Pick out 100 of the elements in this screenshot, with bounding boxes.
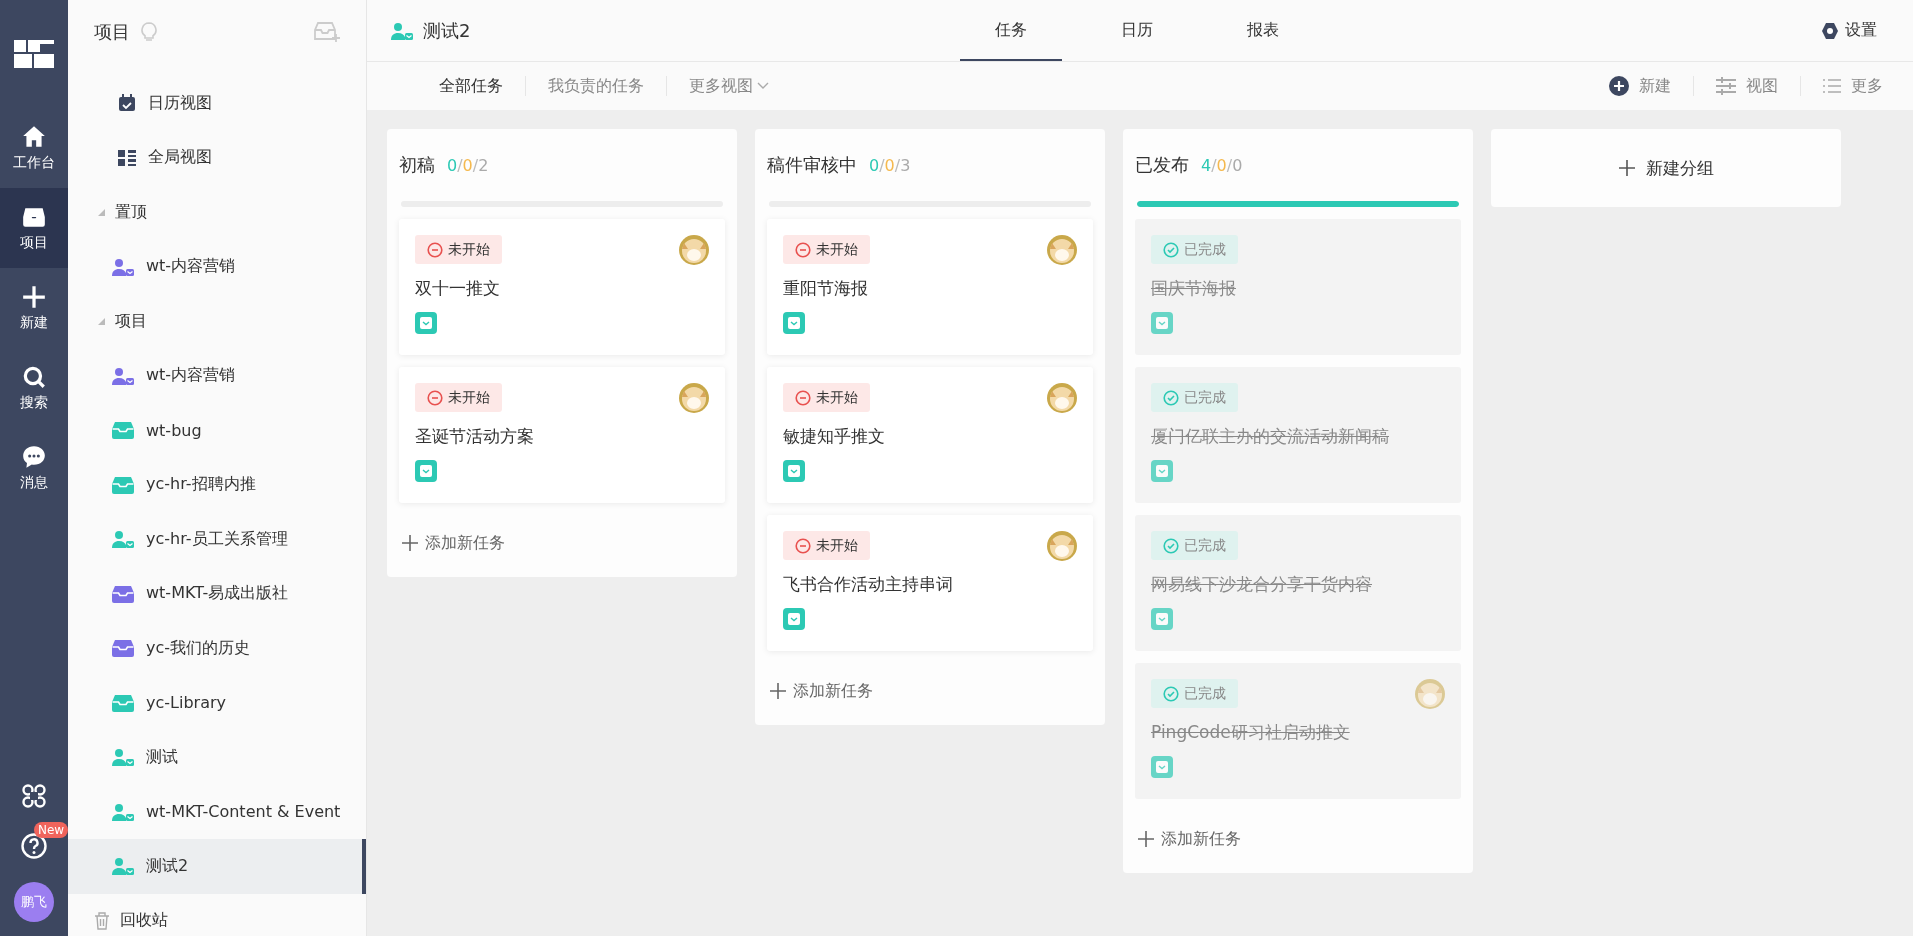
- task-count: 0/0/3: [869, 155, 911, 175]
- project-item[interactable]: wt-内容营销: [68, 239, 366, 294]
- trash-icon: [94, 911, 110, 930]
- new-group-button[interactable]: 新建分组: [1491, 129, 1841, 207]
- nav-item[interactable]: 新建: [0, 268, 68, 348]
- nav-item[interactable]: 项目: [0, 188, 68, 268]
- task-type-icon: [783, 608, 805, 630]
- status-tag: 未开始: [415, 383, 502, 412]
- task-type-icon: [415, 460, 437, 482]
- project-item[interactable]: yc-Library: [68, 675, 366, 730]
- help-icon[interactable]: [20, 832, 48, 860]
- sliders-icon: [1716, 76, 1736, 96]
- minus-circle-icon: [795, 537, 811, 554]
- project-item[interactable]: 测试2: [68, 839, 366, 894]
- sidebar-title: 项目: [94, 20, 130, 44]
- project-item[interactable]: wt-bug: [68, 403, 366, 458]
- plus-icon: [401, 534, 419, 552]
- project-item[interactable]: yc-hr-员工关系管理: [68, 512, 366, 567]
- status-tag: 已完成: [1151, 531, 1238, 560]
- list-icon: [1823, 78, 1841, 94]
- toolbar-button[interactable]: 新建: [1587, 75, 1693, 97]
- minus-circle-icon: [427, 241, 443, 258]
- task-title: PingCode研习社启动推文: [1151, 721, 1351, 744]
- section-header[interactable]: 置顶: [68, 185, 366, 240]
- settings-button[interactable]: 设置: [1815, 19, 1883, 42]
- avatar: [1415, 679, 1445, 709]
- trash-item[interactable]: 回收站: [68, 893, 366, 936]
- plus-icon: [1137, 830, 1155, 848]
- project-title: 测试2: [423, 18, 471, 43]
- project-item[interactable]: 测试: [68, 730, 366, 785]
- avatar: [1047, 235, 1077, 265]
- project-item[interactable]: wt-MKT-Content & Event: [68, 784, 366, 839]
- tab[interactable]: 报表: [1212, 0, 1314, 61]
- logo-icon[interactable]: [14, 40, 54, 68]
- column-title: 已发布: [1135, 153, 1189, 177]
- check-circle-icon: [1163, 685, 1179, 702]
- task-title: 圣诞节活动方案: [415, 425, 535, 448]
- filter-tab[interactable]: 更多视图: [667, 75, 791, 97]
- add-task-button[interactable]: 添加新任务: [1135, 811, 1243, 867]
- task-card[interactable]: 未开始 敏捷知乎推文: [767, 367, 1093, 503]
- new-badge: New: [34, 822, 69, 838]
- task-type-icon: [783, 312, 805, 334]
- status-tag: 未开始: [783, 531, 870, 560]
- plus-icon: [769, 682, 787, 700]
- column-title: 初稿: [399, 153, 435, 177]
- project-item[interactable]: wt-MKT-易成出版社: [68, 566, 366, 621]
- task-type-icon: [1151, 460, 1173, 482]
- chat-icon: [21, 444, 47, 470]
- command-icon[interactable]: [20, 782, 48, 810]
- avatar: [679, 235, 709, 265]
- nav-item[interactable]: 消息: [0, 428, 68, 508]
- task-title: 网易线下沙龙合分享干货内容: [1151, 573, 1373, 596]
- toolbar-button[interactable]: 视图: [1694, 75, 1800, 97]
- task-title: 国庆节海报: [1151, 277, 1237, 300]
- grid-icon: [118, 148, 136, 167]
- project-item[interactable]: yc-我们的历史: [68, 621, 366, 676]
- minus-circle-icon: [427, 389, 443, 406]
- nav-item[interactable]: 工作台: [0, 108, 68, 188]
- member-icon: [391, 21, 413, 40]
- task-card[interactable]: 未开始 圣诞节活动方案: [399, 367, 725, 503]
- task-type-icon: [1151, 756, 1173, 778]
- filter-tab[interactable]: 我负责的任务: [526, 75, 666, 97]
- avatar: [1047, 531, 1077, 561]
- toolbar-button[interactable]: 更多: [1801, 75, 1883, 97]
- check-circle-icon: [1163, 537, 1179, 554]
- task-count: 4/0/0: [1201, 155, 1243, 175]
- status-tag: 未开始: [415, 235, 502, 264]
- minus-circle-icon: [795, 241, 811, 258]
- minus-circle-icon: [795, 389, 811, 406]
- filter-tab[interactable]: 全部任务: [417, 75, 525, 97]
- check-circle-icon: [1163, 241, 1179, 258]
- plus-circle-icon: [1609, 76, 1629, 96]
- task-card[interactable]: 未开始 重阳节海报: [767, 219, 1093, 355]
- status-tag: 已完成: [1151, 679, 1238, 708]
- task-card[interactable]: 未开始 双十一推文: [399, 219, 725, 355]
- view-item[interactable]: 日历视图: [68, 76, 366, 131]
- add-task-button[interactable]: 添加新任务: [767, 663, 875, 719]
- plus-icon: [1618, 159, 1636, 177]
- section-header[interactable]: 项目: [68, 294, 366, 349]
- nav-item[interactable]: 搜索: [0, 348, 68, 428]
- task-card[interactable]: 未开始 飞书合作活动主持串词: [767, 515, 1093, 651]
- avatar: [1047, 383, 1077, 413]
- task-title: 敏捷知乎推文: [783, 425, 886, 448]
- add-task-button[interactable]: 添加新任务: [399, 515, 507, 571]
- status-tag: 未开始: [783, 235, 870, 264]
- status-tag: 已完成: [1151, 383, 1238, 412]
- task-title: 双十一推文: [415, 277, 501, 300]
- view-item[interactable]: 全局视图: [68, 130, 366, 185]
- tab[interactable]: 日历: [1086, 0, 1188, 61]
- column-title: 稿件审核中: [767, 153, 857, 177]
- task-type-icon: [1151, 312, 1173, 334]
- project-item[interactable]: wt-内容营销: [68, 348, 366, 403]
- search-icon: [21, 364, 47, 390]
- task-title: 飞书合作活动主持串词: [783, 573, 954, 596]
- calendar-icon: [118, 94, 136, 113]
- task-title: 重阳节海报: [783, 277, 869, 300]
- project-item[interactable]: yc-hr-招聘内推: [68, 457, 366, 512]
- task-type-icon: [415, 312, 437, 334]
- task-title: 厦门亿联主办的交流活动新闻稿: [1151, 425, 1390, 448]
- task-type-icon: [783, 460, 805, 482]
